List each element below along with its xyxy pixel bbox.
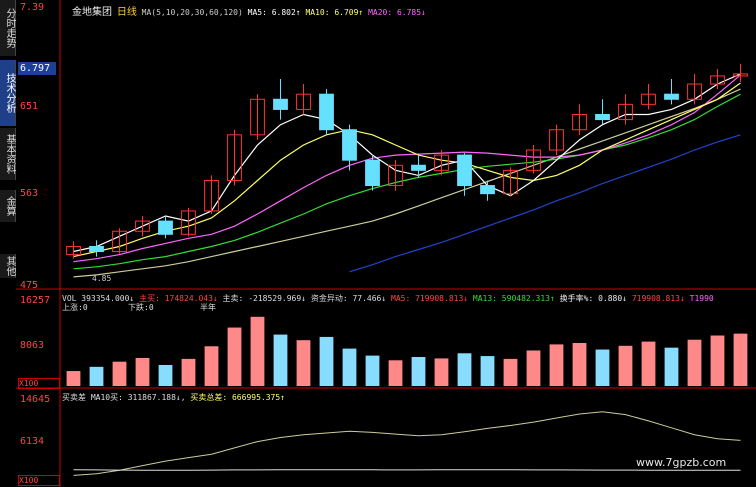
volume-bar [411, 357, 426, 386]
volume-bar [526, 350, 541, 386]
candle-body [595, 114, 610, 121]
volume-bar [342, 348, 357, 386]
volume-bar [480, 356, 495, 386]
volume-bar [89, 366, 104, 386]
volume-bar [618, 345, 633, 386]
series-line-ma5 [73, 73, 741, 253]
candle-body [342, 129, 357, 161]
candle-body [411, 164, 426, 171]
volume-bar [135, 357, 150, 386]
volume-bar [572, 342, 587, 386]
volume-bar [273, 334, 288, 386]
volume-bar [296, 340, 311, 386]
volume-bar [250, 316, 265, 386]
volume-bar [66, 371, 81, 386]
volume-bar [365, 355, 380, 386]
candle-body [273, 98, 288, 110]
volume-bar [388, 360, 403, 386]
candle-body [158, 220, 173, 235]
volume-bar [503, 358, 518, 386]
candle-body [319, 93, 334, 131]
volume-bar [204, 346, 219, 386]
series-line-fund-flow-ma [73, 469, 741, 471]
volume-bar [664, 347, 679, 386]
volume-bar [457, 353, 472, 386]
volume-bar [641, 341, 656, 386]
series-line-ma30 [73, 93, 741, 270]
series-line-ma20 [73, 74, 741, 263]
candle-body [89, 245, 104, 253]
stock-chart-window: { "sidebar": { "tabs": [ {"label": "分时走势… [0, 0, 756, 487]
volume-bar [687, 339, 702, 386]
series-line-ma60 [73, 88, 741, 278]
volume-bar [319, 336, 334, 386]
volume-bar [227, 327, 242, 386]
candle-body [664, 93, 679, 100]
candle-body [365, 159, 380, 187]
volume-bar [549, 344, 564, 386]
volume-bar [158, 364, 173, 386]
volume-bar [181, 358, 196, 386]
series-line-fund-flow [73, 411, 741, 476]
series-line-ma120 [349, 134, 741, 273]
chart-canvas [16, 0, 756, 487]
candle-body [457, 154, 472, 187]
volume-bar [112, 361, 127, 386]
volume-bar [595, 349, 610, 386]
volume-bar [434, 358, 449, 386]
candle-body [480, 185, 495, 195]
volume-bar [710, 335, 725, 386]
volume-bar [733, 333, 748, 386]
